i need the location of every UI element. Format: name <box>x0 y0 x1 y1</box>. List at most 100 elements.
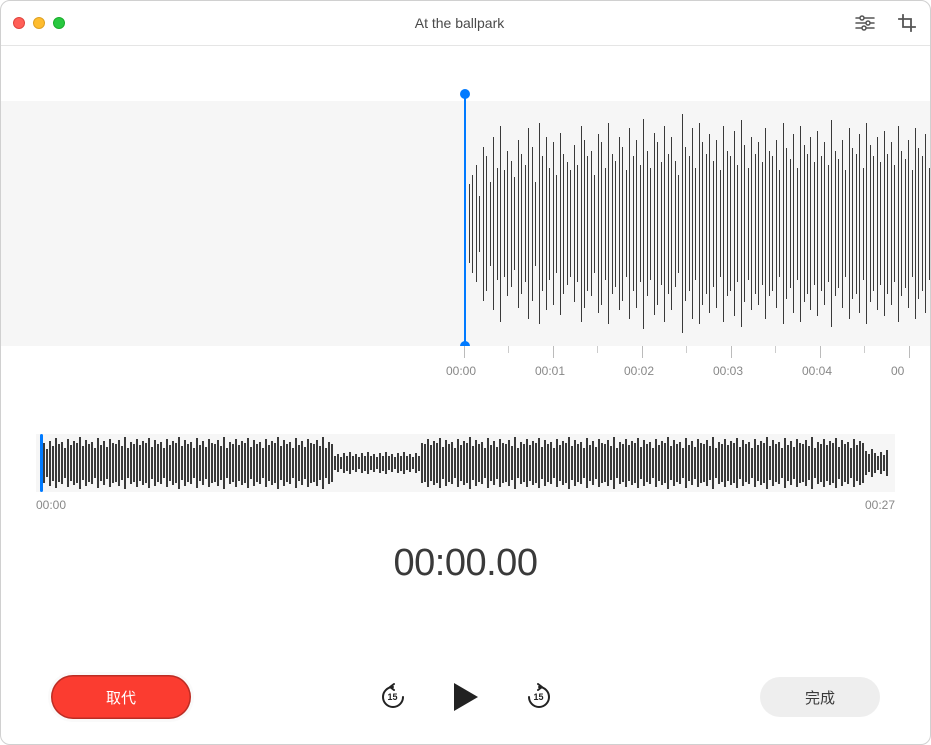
overview-bar <box>433 441 435 485</box>
overview-bar <box>802 444 804 482</box>
overview-bar <box>355 454 357 472</box>
overview-bar <box>871 449 873 477</box>
overview-bar <box>67 439 69 487</box>
overview-bar <box>358 457 360 469</box>
overview-bar <box>346 456 348 471</box>
overview-bar <box>61 442 63 484</box>
minimize-window-button[interactable] <box>33 17 45 29</box>
skip-forward-button[interactable]: 15 <box>521 679 557 715</box>
overview-bar <box>859 441 861 485</box>
overview-bar <box>190 442 192 484</box>
overview-bar <box>460 445 462 481</box>
overview-bar <box>370 456 372 470</box>
crop-icon[interactable] <box>896 12 918 34</box>
overview-bar <box>295 438 297 488</box>
playhead-handle-top[interactable] <box>460 89 470 99</box>
overview-bar <box>592 441 594 485</box>
zoom-window-button[interactable] <box>53 17 65 29</box>
overview-bar <box>532 441 534 485</box>
overview-bar <box>271 441 273 485</box>
overview-bar <box>562 441 564 485</box>
options-icon[interactable] <box>854 12 876 34</box>
overview-bar <box>169 445 171 481</box>
overview-bar <box>574 440 576 486</box>
overview-bar <box>409 454 411 472</box>
controls-bar: 取代 15 15 完成 <box>1 675 930 719</box>
overview-bar <box>130 442 132 484</box>
overview-bar <box>136 439 138 487</box>
overview-bar <box>646 444 648 482</box>
close-window-button[interactable] <box>13 17 25 29</box>
overview-bar <box>436 443 438 483</box>
play-button[interactable] <box>446 677 486 717</box>
overview-bar <box>874 453 876 473</box>
overview-bar <box>259 442 261 484</box>
overview-bar <box>652 448 654 478</box>
overview-bar <box>478 444 480 482</box>
time-tick-label: 00:04 <box>802 364 832 378</box>
overview-bar <box>196 438 198 488</box>
overview-bar <box>85 440 87 486</box>
playhead-handle-bottom[interactable] <box>460 341 470 346</box>
overview-bar <box>823 439 825 487</box>
overview-bar <box>535 443 537 483</box>
playhead[interactable] <box>464 94 466 346</box>
overview-bar <box>166 439 168 487</box>
overview-bar <box>670 446 672 480</box>
overview-times: 00:00 00:27 <box>36 498 895 512</box>
overview-bar <box>715 448 717 478</box>
overview-bar <box>547 444 549 482</box>
overview-bar <box>289 442 291 484</box>
overview-bar <box>493 441 495 485</box>
current-time-display: 00:00.00 <box>1 542 930 585</box>
overview-bar <box>868 454 870 472</box>
overview-playhead[interactable] <box>40 434 43 492</box>
overview-bar <box>400 456 402 471</box>
replace-button[interactable]: 取代 <box>51 675 191 719</box>
overview-bar <box>775 444 777 482</box>
overview-bar <box>244 443 246 483</box>
done-button[interactable]: 完成 <box>760 677 880 717</box>
overview-bar <box>139 445 141 481</box>
overview-bar <box>751 448 753 478</box>
overview-bar <box>52 446 54 481</box>
skip-backward-button[interactable]: 15 <box>375 679 411 715</box>
overview-bar <box>649 442 651 484</box>
overview-bar <box>325 448 327 478</box>
overview-bar <box>247 438 249 488</box>
overview-bar <box>79 437 81 489</box>
overview-bar <box>328 442 330 484</box>
overview-bar <box>226 448 228 478</box>
overview-bar <box>46 449 48 477</box>
overview-bar <box>364 456 366 471</box>
overview-bar <box>376 457 378 469</box>
overview-bar <box>739 447 741 479</box>
overview-bar <box>388 456 390 470</box>
overview-bar <box>319 446 321 480</box>
overview-bar <box>472 446 474 480</box>
overview-bar <box>736 438 738 488</box>
overview-bar <box>742 440 744 486</box>
overview-bar <box>352 456 354 470</box>
overview-bar <box>208 439 210 487</box>
overview-bar <box>115 444 117 482</box>
overview-bar <box>820 444 822 482</box>
overview-bar <box>58 444 60 482</box>
overview-bar <box>214 444 216 482</box>
overview-bar <box>565 443 567 483</box>
overview-bar <box>274 443 276 483</box>
overview-bar <box>109 439 111 487</box>
overview-bar <box>571 446 573 480</box>
overview-bar <box>721 444 723 482</box>
overview-bar <box>688 445 690 481</box>
overview-bar <box>238 445 240 481</box>
skip-forward-seconds: 15 <box>533 692 543 702</box>
overview-bar <box>229 442 231 484</box>
overview-bar <box>673 440 675 486</box>
overview-bar <box>862 443 864 483</box>
overview-bar <box>94 448 96 478</box>
window-controls <box>13 17 65 29</box>
overview-bar <box>766 437 768 489</box>
overview-waveform[interactable]: 00:00 00:27 <box>36 434 895 512</box>
detailed-waveform[interactable] <box>1 46 930 346</box>
